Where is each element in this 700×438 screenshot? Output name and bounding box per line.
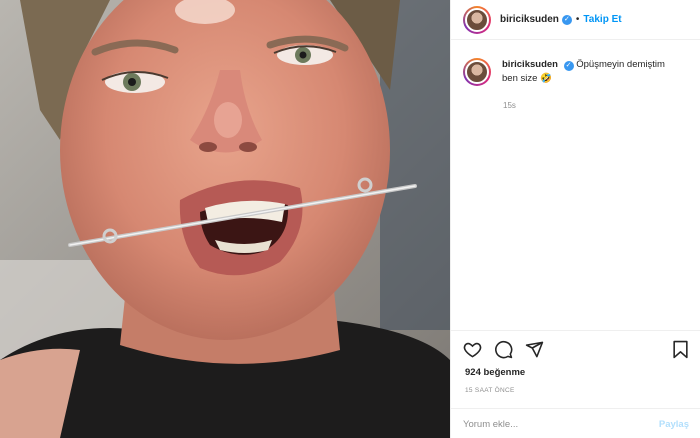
separator-dot: • — [575, 14, 580, 25]
comment-icon[interactable] — [494, 340, 513, 359]
caption: biriciksuden ✓ Öpüşmeyin demiştim ben si… — [463, 58, 693, 86]
heart-icon[interactable] — [463, 340, 482, 359]
follow-button[interactable]: Takip Et — [583, 14, 621, 25]
send-icon[interactable] — [525, 340, 544, 359]
post-side-panel: biriciksuden ✓ • Takip Et biriciksuden ✓… — [450, 0, 700, 438]
caption-timestamp: 15s — [503, 101, 516, 110]
comment-input[interactable] — [463, 418, 659, 430]
selfie-image — [0, 0, 450, 438]
verified-badge-icon: ✓ — [561, 14, 572, 25]
post-photo[interactable] — [0, 0, 450, 438]
avatar-image — [465, 7, 489, 32]
post-actions: 924 beğenme 15 SAAT ÖNCE Paylaş — [451, 330, 700, 438]
post-header: biriciksuden ✓ • Takip Et — [451, 0, 700, 40]
username-link[interactable]: biriciksuden — [500, 14, 559, 25]
caption-avatar[interactable] — [463, 58, 491, 86]
caption-text: biriciksuden ✓ Öpüşmeyin demiştim ben si… — [502, 58, 682, 86]
verified-badge-icon: ✓ — [563, 61, 574, 71]
avatar-image — [465, 60, 489, 84]
post-timestamp: 15 SAAT ÖNCE — [465, 387, 515, 394]
caption-username-link[interactable]: biriciksuden — [502, 59, 558, 70]
post-comment-button[interactable]: Paylaş — [659, 419, 689, 430]
avatar[interactable] — [463, 5, 491, 34]
bookmark-icon[interactable] — [672, 340, 689, 359]
action-icon-group — [463, 340, 544, 359]
like-count[interactable]: 924 beğenme — [465, 367, 525, 378]
comment-form: Paylaş — [451, 408, 700, 438]
